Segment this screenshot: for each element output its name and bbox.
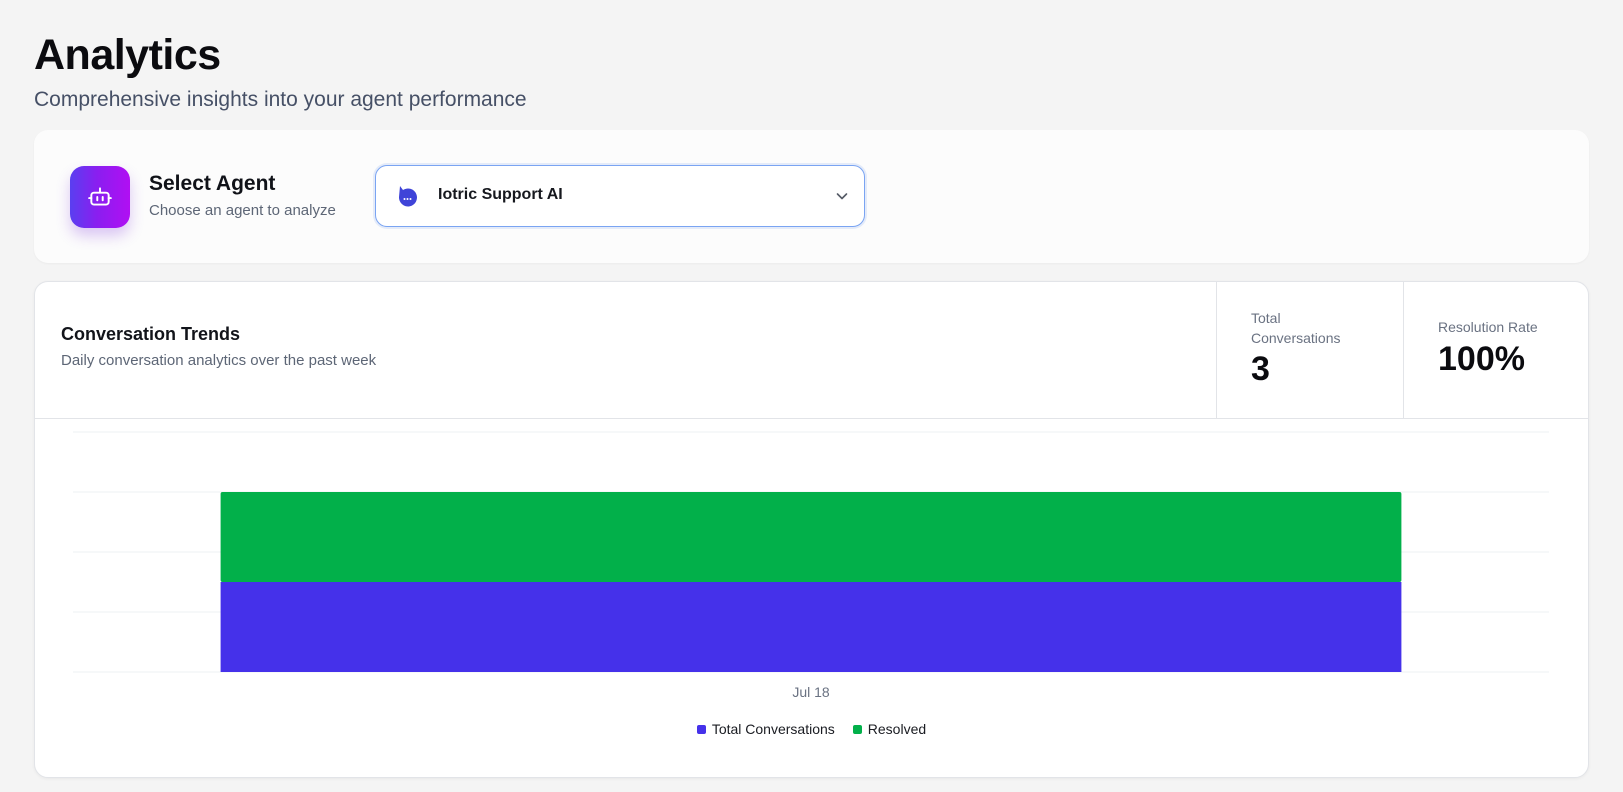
page-subtitle: Comprehensive insights into your agent p… bbox=[34, 88, 527, 111]
trends-title: Conversation Trends bbox=[61, 324, 241, 344]
legend-label: Total Conversations bbox=[711, 721, 835, 737]
x-tick-label: Jul 18 bbox=[792, 684, 830, 700]
conversation-trends-card: Conversation Trends Daily conversation a… bbox=[34, 281, 1589, 778]
chat-bot-icon bbox=[396, 184, 420, 210]
total-conversations-value: 3 bbox=[1251, 350, 1270, 388]
total-conversations-stat: Total Conversations 3 bbox=[1216, 282, 1403, 419]
legend-item[interactable]: Resolved bbox=[852, 721, 927, 737]
select-agent-heading: Select Agent bbox=[149, 172, 276, 195]
resolution-rate-stat: Resolution Rate 100% bbox=[1403, 282, 1588, 419]
resolution-rate-label: Resolution Rate bbox=[1438, 319, 1538, 335]
total-conversations-label: Total Conversations bbox=[1251, 310, 1341, 346]
agent-selector-card: Select Agent Choose an agent to analyze … bbox=[34, 130, 1589, 263]
bar-total-conversations[interactable] bbox=[220, 582, 1402, 672]
resolution-rate-value: 100% bbox=[1438, 340, 1525, 378]
legend-item[interactable]: Total Conversations bbox=[696, 721, 835, 737]
legend-swatch bbox=[696, 724, 706, 734]
chevron-down-icon bbox=[834, 188, 850, 204]
legend-label: Resolved bbox=[867, 721, 927, 737]
agent-dropdown-value: Iotric Support AI bbox=[438, 186, 563, 203]
select-agent-subheading: Choose an agent to analyze bbox=[149, 202, 336, 219]
legend-swatch bbox=[852, 724, 862, 734]
page-header: Analytics Comprehensive insights into yo… bbox=[34, 28, 527, 114]
page-title: Analytics bbox=[34, 31, 221, 79]
chart-canvas: Jul 18 bbox=[73, 431, 1549, 700]
trends-subtitle: Daily conversation analytics over the pa… bbox=[61, 352, 377, 369]
robot-icon bbox=[70, 166, 130, 228]
bar-resolved[interactable] bbox=[220, 492, 1402, 582]
trends-chart: Jul 18 Total Conversations Resolved bbox=[35, 420, 1588, 777]
chart-legend: Total Conversations Resolved bbox=[35, 721, 1588, 737]
agent-dropdown[interactable]: Iotric Support AI bbox=[375, 165, 865, 227]
trends-header: Conversation Trends Daily conversation a… bbox=[35, 282, 1588, 419]
